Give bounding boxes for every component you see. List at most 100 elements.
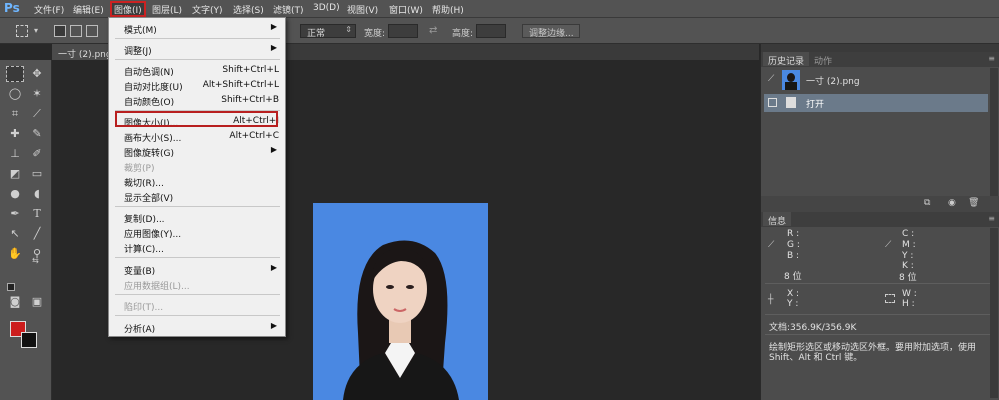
adjust-edge-button[interactable]: 调整边缘... (522, 24, 580, 39)
menu-3d[interactable]: 3D(D) (313, 3, 340, 15)
info-x-label: X : (787, 289, 800, 299)
menu-item-calculations[interactable]: 计算(C)... (110, 240, 285, 255)
pen-tool-icon[interactable]: ✒ (6, 206, 24, 222)
tools-panel: ✥ ◯ ✶ ⌗ ⟋ ✚ ✎ ⊥ ✐ ◩ ▭ ● ◖ ✒ T ↖ ╱ ✋ ⚲ ⇆ … (0, 60, 52, 400)
screen-mode-icon[interactable]: ▣ (28, 294, 46, 310)
line-tool-icon[interactable]: ╱ (28, 226, 46, 242)
image-size-highlight-box (115, 111, 278, 127)
style-select[interactable]: 正常 ⇕ (300, 24, 356, 39)
gradient-tool-icon[interactable]: ▭ (28, 166, 46, 182)
lasso-tool-icon[interactable]: ◯ (6, 86, 24, 102)
marquee-tool-preset-icon[interactable] (16, 25, 28, 37)
menu-item-adjustments[interactable]: 调整(J) ▶ (110, 42, 285, 57)
swap-colors-icon[interactable]: ⇆ (32, 256, 39, 265)
menu-item-apply-image[interactable]: 应用图像(Y)... (110, 225, 285, 240)
path-selection-icon[interactable]: ↖ (6, 226, 24, 242)
eraser-icon[interactable]: ◩ (6, 166, 24, 182)
camera-icon[interactable]: ◉ (948, 198, 956, 208)
document-icon (786, 97, 796, 108)
info-h-label: H : (902, 299, 915, 309)
healing-brush-icon[interactable]: ✚ (6, 126, 24, 142)
new-document-from-state-icon[interactable]: ⧉ (924, 198, 930, 208)
menu-item-duplicate[interactable]: 复制(D)... (110, 210, 285, 225)
blur-tool-icon[interactable]: ● (6, 186, 24, 202)
background-color-swatch[interactable] (21, 332, 37, 348)
info-scrollbar[interactable] (990, 228, 998, 398)
menu-type[interactable]: 文字(Y) (192, 3, 223, 16)
quick-mask-icon[interactable]: ◙ (6, 294, 24, 310)
menu-item-image-rotation[interactable]: 图像旋转(G) ▶ (110, 144, 285, 159)
cmyk-eyedropper-icon: ⟋ (885, 240, 892, 250)
panel-dock-header (761, 44, 999, 52)
menu-item-auto-color[interactable]: 自动颜色(O) Shift+Ctrl+B (110, 93, 285, 108)
default-colors-icon[interactable] (7, 283, 15, 291)
brush-tool-icon[interactable]: ✎ (28, 126, 46, 142)
menu-item-reveal-all[interactable]: 显示全部(V) (110, 189, 285, 204)
menu-view[interactable]: 视图(V) (347, 3, 378, 16)
menu-window[interactable]: 窗口(W) (389, 3, 423, 16)
portrait-illustration (343, 240, 459, 400)
panel-menu-icon[interactable]: ≡ (988, 214, 995, 223)
info-r-label: R : (787, 229, 800, 239)
swap-icon[interactable]: ⇄ (429, 25, 437, 36)
menu-item-canvas-size[interactable]: 画布大小(S)... Alt+Ctrl+C (110, 129, 285, 144)
history-brush-icon[interactable]: ✐ (28, 146, 46, 162)
menu-item-trim[interactable]: 裁切(R)... (110, 174, 285, 189)
menu-item-auto-contrast[interactable]: 自动对比度(U) Alt+Shift+Ctrl+L (110, 78, 285, 93)
history-step-row[interactable]: 打开 (764, 94, 988, 112)
right-panel-dock: 历史记录 动作 ≡ ⟋ 一寸 (2).png 打开 ⧉ ◉ 🗑 信息 ≡ ⟋ R… (760, 44, 999, 400)
menu-image[interactable]: 图像(I) (114, 3, 142, 16)
crop-tool-icon[interactable]: ⌗ (6, 106, 24, 122)
menu-item-mode[interactable]: 模式(M) ▶ (110, 21, 285, 36)
subtract-selection-icon[interactable] (86, 25, 98, 37)
menu-file[interactable]: 文件(F) (34, 3, 64, 16)
checkbox-icon[interactable] (768, 98, 777, 107)
menu-help[interactable]: 帮助(H) (432, 3, 464, 16)
submenu-arrow-icon: ▶ (270, 22, 277, 31)
image-menu-dropdown: 模式(M) ▶ 调整(J) ▶ 自动色调(N) Shift+Ctrl+L 自动对比度(… (108, 17, 286, 337)
menu-item-auto-tone[interactable]: 自动色调(N) Shift+Ctrl+L (110, 63, 285, 78)
menu-edit[interactable]: 编辑(E) (73, 3, 104, 16)
menu-item-label: 应用图像(Y)... (124, 230, 182, 240)
info-w-label: W : (902, 289, 917, 299)
info-y-label: Y : (902, 251, 914, 261)
tab-info[interactable]: 信息 (763, 212, 792, 227)
clone-stamp-icon[interactable]: ⊥ (6, 146, 24, 162)
history-snapshot-row[interactable]: ⟋ 一寸 (2).png (764, 69, 988, 91)
menu-item-label: 调整(J) (124, 47, 152, 57)
chevron-down-icon[interactable]: ▾ (34, 26, 38, 35)
history-brush-source-icon[interactable]: ⟋ (768, 74, 774, 84)
tab-history[interactable]: 历史记录 (763, 52, 810, 67)
menu-layer[interactable]: 图层(L) (152, 3, 182, 16)
submenu-arrow-icon: ▶ (270, 321, 277, 330)
menu-item-variables[interactable]: 变量(B) ▶ (110, 262, 285, 277)
type-tool-icon[interactable]: T (28, 206, 46, 222)
dodge-tool-icon[interactable]: ◖ (28, 186, 46, 202)
menu-item-label: 应用数据组(L)... (124, 282, 190, 292)
menu-item-label: 分析(A) (124, 325, 156, 335)
height-input[interactable] (476, 24, 506, 38)
rectangular-marquee-icon[interactable] (6, 66, 24, 82)
history-scrollbar[interactable] (990, 68, 998, 198)
eyedropper-icon[interactable]: ⟋ (28, 106, 46, 122)
menu-filter[interactable]: 滤镜(T) (273, 3, 304, 16)
menu-select[interactable]: 选择(S) (233, 3, 264, 16)
style-select-value: 正常 (307, 29, 326, 39)
trash-icon[interactable]: 🗑 (968, 198, 979, 208)
magic-wand-icon[interactable]: ✶ (28, 86, 46, 102)
hand-tool-icon[interactable]: ✋ (6, 246, 24, 262)
submenu-arrow-icon: ▶ (270, 263, 277, 272)
tab-actions[interactable]: 动作 (809, 52, 837, 67)
width-input[interactable] (388, 24, 418, 38)
document-size-text: 文档:356.9K/356.9K (769, 323, 857, 333)
menu-item-label: 图像旋转(G) (124, 149, 174, 159)
panel-menu-icon[interactable]: ≡ (988, 54, 995, 63)
new-selection-icon[interactable] (54, 25, 66, 37)
info-tabbar (761, 212, 999, 227)
add-selection-icon[interactable] (70, 25, 82, 37)
move-tool-icon[interactable]: ✥ (28, 66, 46, 82)
menu-item-label: 裁切(R)... (124, 179, 164, 189)
menu-item-analysis[interactable]: 分析(A) ▶ (110, 320, 285, 335)
menu-item-apply-data-set: 应用数据组(L)... (110, 277, 285, 292)
menu-separator (115, 257, 280, 258)
